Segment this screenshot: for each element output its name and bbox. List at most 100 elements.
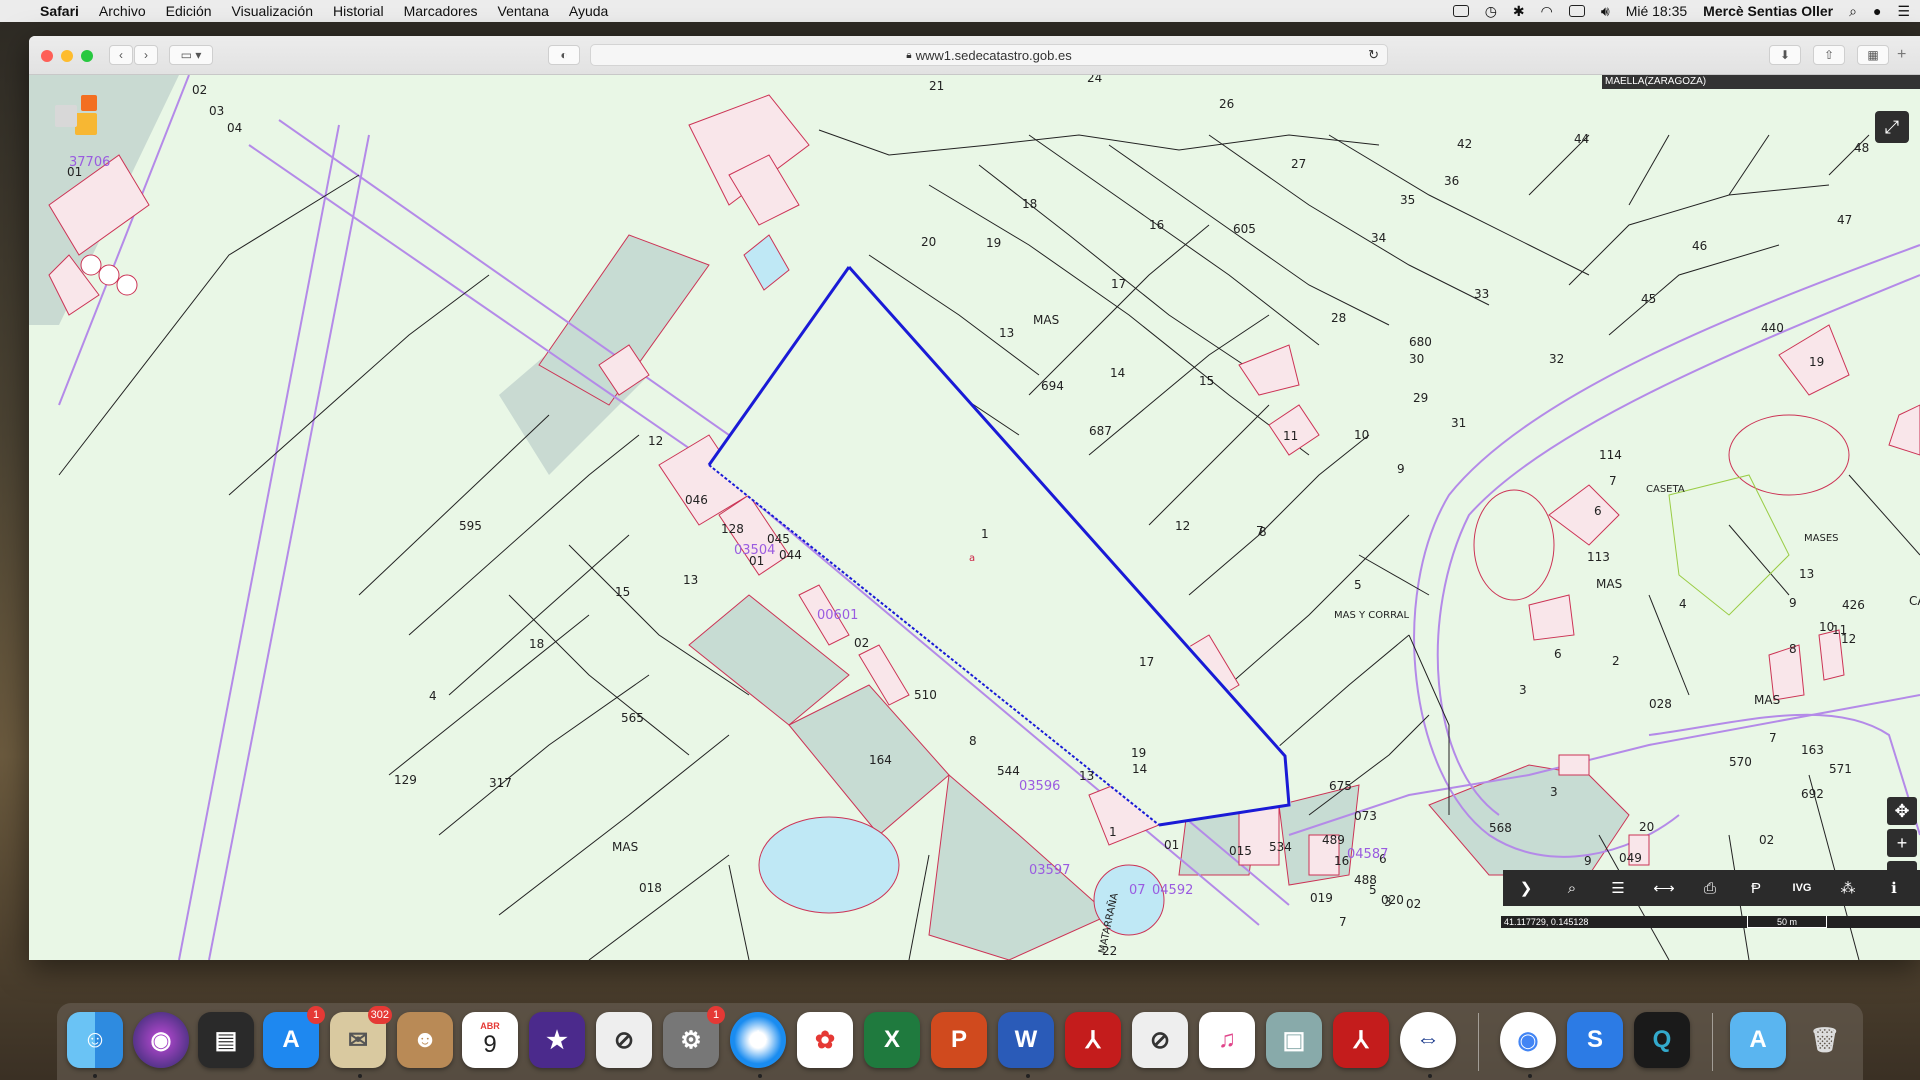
close-window-button[interactable] [41, 50, 53, 62]
quicktime-icon[interactable]: Q [1634, 1012, 1690, 1068]
parcel-label: 21 [929, 79, 944, 93]
parcel-label: 12 [648, 434, 663, 448]
pan-control-icon[interactable]: ✥ [1887, 797, 1917, 825]
info-icon[interactable]: ℹ [1871, 870, 1917, 906]
finder-icon[interactable]: ☺ [67, 1012, 123, 1068]
menu-archivo[interactable]: Archivo [99, 3, 146, 19]
parking-pin-icon[interactable]: Ᵽ [1733, 870, 1779, 906]
zoom-window-button[interactable] [81, 50, 93, 62]
parcel-label: 534 [1269, 840, 1292, 854]
menu-marcadores[interactable]: Marcadores [404, 3, 478, 19]
mail-badge: 302 [367, 1006, 392, 1024]
purple-parcel-ref: 04592 [1152, 883, 1193, 898]
print-icon[interactable]: ⎙ [1687, 870, 1733, 906]
purple-parcel-ref: 07 [1129, 883, 1146, 898]
address-bar[interactable]: 🔒︎ www1.sedecatastro.gob.es ↻ [590, 44, 1388, 66]
wifi-icon[interactable]: ◠ [1541, 3, 1553, 20]
parcel-label: 440 [1761, 321, 1784, 335]
spotlight-search-icon[interactable]: ⌕ [1849, 3, 1857, 20]
siri-icon[interactable]: ● [1873, 3, 1881, 19]
word-icon[interactable]: W [998, 1012, 1054, 1068]
dock-separator-2 [1712, 1013, 1713, 1071]
sidebar-toggle-button[interactable]: ▭ ▾ [169, 45, 213, 65]
acrobat-icon[interactable]: ⅄ [1065, 1012, 1121, 1068]
running-indicator [1528, 1074, 1532, 1078]
parcel-label: 10 [1354, 428, 1369, 442]
downloads-button[interactable]: ⬇ [1769, 45, 1801, 65]
parcel-label: 14 [1110, 366, 1125, 380]
siri-app-icon[interactable]: ◉ [133, 1012, 189, 1068]
fullscreen-button[interactable]: ⤢ [1875, 111, 1909, 143]
parcel-center-letter: a [969, 553, 975, 564]
reload-icon[interactable]: ↻ [1368, 47, 1379, 63]
imovie-icon[interactable]: ★ [529, 1012, 585, 1068]
safari-icon[interactable]: ✦ [730, 1012, 786, 1068]
measure-icon[interactable]: ⟷ [1641, 870, 1687, 906]
photos-icon[interactable]: ✿ [797, 1012, 853, 1068]
disabled-app-icon-2[interactable]: ⊘ [1132, 1012, 1188, 1068]
parcel-label: 4 [429, 689, 437, 703]
menu-app-name[interactable]: Safari [40, 3, 79, 19]
powerpoint-icon[interactable]: P [931, 1012, 987, 1068]
menu-visualizacion[interactable]: Visualización [232, 3, 313, 19]
teamviewer-icon[interactable]: ⇔ [1400, 1012, 1456, 1068]
satellite-layers-icon[interactable]: ⁂ [1825, 870, 1871, 906]
parcel-label: 5 [1354, 578, 1362, 592]
expand-toolbar-icon[interactable]: ❯ [1503, 870, 1549, 906]
parcel-label: 13 [1079, 769, 1094, 783]
cadastral-map[interactable]: 0203040121242642444857273647181660535344… [29, 75, 1920, 960]
tab-overview-button[interactable]: ▦ [1857, 45, 1889, 65]
itunes-icon[interactable]: ♫ [1199, 1012, 1255, 1068]
parcel-label: 19 [1809, 355, 1824, 369]
ivg-icon[interactable]: IVG [1779, 870, 1825, 906]
volume-icon[interactable]: 🔊︎ [1601, 3, 1610, 20]
disabled-app-icon[interactable]: ⊘ [596, 1012, 652, 1068]
bluetooth-icon[interactable]: ✱ [1513, 3, 1525, 20]
parcel-label: 19 [986, 236, 1001, 250]
menubar-user[interactable]: Mercè Sentias Oller [1703, 3, 1833, 19]
parcel-label: 47 [1837, 213, 1852, 227]
applications-folder-icon[interactable]: A [1730, 1012, 1786, 1068]
map-canvas[interactable]: 0203040121242642444857273647181660535344… [29, 75, 1920, 960]
menu-ventana[interactable]: Ventana [498, 3, 549, 19]
notification-center-icon[interactable]: ☰ [1897, 3, 1910, 20]
forward-button[interactable]: › [134, 45, 158, 65]
parcel-label: 26 [1219, 97, 1234, 111]
skype-icon[interactable]: S [1567, 1012, 1623, 1068]
new-tab-button[interactable]: + [1897, 46, 1906, 64]
mail-icon[interactable]: ✉ 302 [330, 1006, 392, 1068]
screen-share-icon[interactable] [1452, 5, 1469, 17]
running-indicator [1026, 1074, 1030, 1078]
parcel-label: 36 [1444, 174, 1459, 188]
chrome-icon[interactable]: ◉ [1500, 1012, 1556, 1068]
parcel-label: 8 [1789, 642, 1797, 656]
parcel-label: 01 [1164, 838, 1179, 852]
minimize-window-button[interactable] [61, 50, 73, 62]
menu-bar: Safari Archivo Edición Visualización His… [0, 0, 1920, 22]
parcel-label: 046 [685, 493, 708, 507]
app-store-icon[interactable]: A1 [263, 1006, 325, 1068]
menubar-clock[interactable]: Mié 18:35 [1626, 3, 1687, 19]
acrobat-reader-icon[interactable]: ⅄ [1333, 1012, 1389, 1068]
privacy-shield-icon[interactable]: ◐ [548, 45, 580, 65]
menu-edicion[interactable]: Edición [166, 3, 212, 19]
trash-icon[interactable]: 🗑︎ [1797, 1012, 1853, 1068]
layers-icon[interactable]: ☰ [1595, 870, 1641, 906]
excel-icon[interactable]: X [864, 1012, 920, 1068]
preview-icon[interactable]: ▣ [1266, 1012, 1322, 1068]
photo-browser-icon[interactable]: ▤ [198, 1012, 254, 1068]
contacts-icon[interactable]: ☻ [397, 1012, 453, 1068]
parcel-label: 42 [1457, 137, 1472, 151]
parcel-label: 675 [1329, 779, 1352, 793]
time-machine-icon[interactable]: ◷ [1485, 3, 1497, 20]
menu-ayuda[interactable]: Ayuda [569, 3, 608, 19]
parcel-label: 570 [1729, 755, 1752, 769]
menu-historial[interactable]: Historial [333, 3, 384, 19]
calendar-icon[interactable]: ABR 9 [462, 1012, 518, 1068]
system-preferences-icon[interactable]: ⚙ 1 [663, 1006, 725, 1068]
share-button[interactable]: ⇧ [1813, 45, 1845, 65]
input-source-icon[interactable] [1568, 5, 1585, 17]
back-button[interactable]: ‹ [109, 45, 133, 65]
zoom-in-button[interactable]: + [1887, 829, 1917, 857]
search-icon[interactable]: ⌕ [1549, 870, 1595, 906]
